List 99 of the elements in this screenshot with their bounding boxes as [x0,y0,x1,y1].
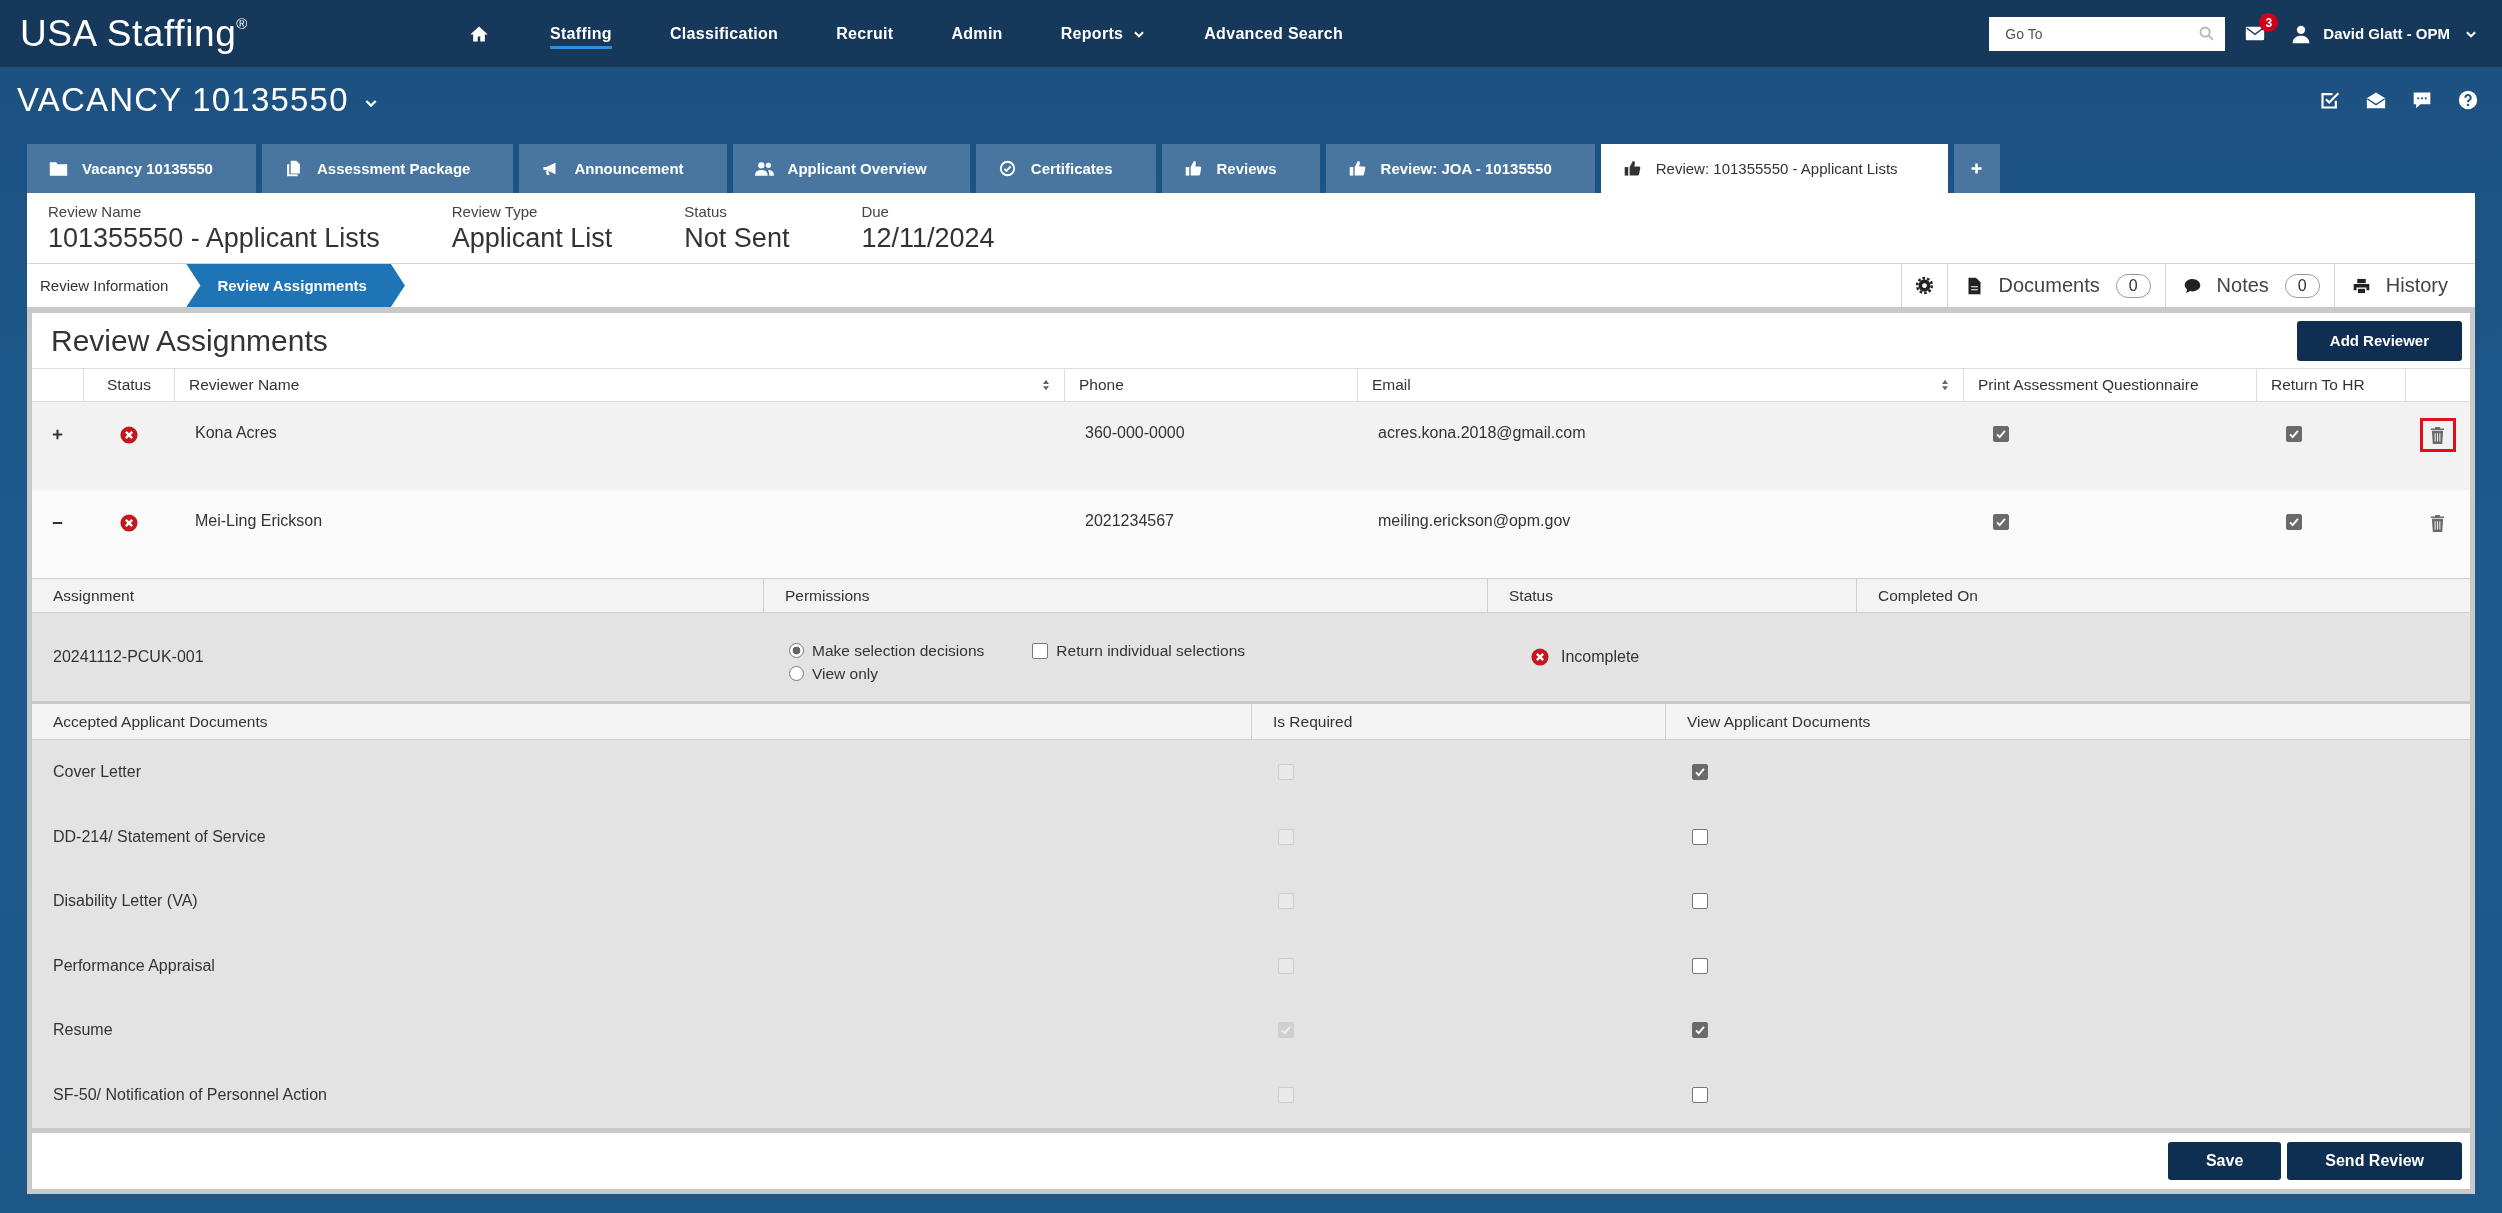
check-circle-icon [997,160,1017,177]
document-name: DD-214/ Statement of Service [53,827,266,846]
printer-icon [2352,276,2370,295]
column-header[interactable]: Reviewer Name [174,369,1064,401]
user-icon [2291,23,2312,44]
notification-badge: 3 [2259,13,2279,32]
checkbox[interactable] [1692,1086,1708,1103]
step-link[interactable]: Review Assignments [186,264,405,307]
field-label: Status [684,203,728,221]
thumbs-up-icon [1622,160,1642,177]
checkbox[interactable] [1692,1022,1708,1039]
reviewer-name: Kona Acres [195,424,277,441]
comment-icon [2183,276,2201,295]
envelope-icon [2245,26,2266,41]
user-menu-button[interactable]: David Glatt - OPM [2291,23,2478,44]
minus-icon[interactable] [52,521,63,525]
nav-link[interactable]: Admin [951,18,1003,49]
search-icon [2198,24,2216,42]
checkbox[interactable] [1692,828,1708,845]
column-header: View Applicant Documents [1687,712,1871,731]
save-button[interactable]: Save [2167,1142,2282,1180]
field-value: 12/11/2024 [861,222,995,255]
phone-number: 360-000-0000 [1085,424,1185,441]
sort-icon[interactable] [1941,379,1949,391]
folder-icon [49,160,68,177]
add-reviewer-button[interactable]: Add Reviewer [2296,320,2462,361]
column-header: Status [1509,586,1553,605]
tab[interactable]: Announcement [519,144,727,193]
checkbox[interactable] [1993,426,2009,442]
column-header: Completed On [1878,586,1978,605]
add-tab-button[interactable] [1953,144,2000,193]
checkbox[interactable] [1692,957,1708,974]
tab[interactable]: Review: JOA - 10135550 [1325,144,1595,193]
email-address: meiling.erickson@opm.gov [1378,512,1571,529]
trash-icon [2430,426,2445,444]
field-label: Review Name [48,203,143,221]
document-name: Disability Letter (VA) [53,892,198,911]
nav-link[interactable]: Advanced Search [1204,18,1344,49]
column-header[interactable]: Status [83,369,174,401]
column-header[interactable]: Return To HR [2256,369,2405,401]
usa-staffing-logo[interactable]: USA Staffing$^{®}$ [20,12,248,54]
vacancy-title-dropdown[interactable]: VACANCY 10135550 [17,80,379,119]
radio-button[interactable] [789,666,804,681]
nav-link[interactable]: Classification [669,18,779,49]
plus-icon [1969,161,1985,176]
column-header: Accepted Applicant Documents [53,712,268,731]
trash-icon [2430,514,2445,532]
phone-number: 2021234567 [1085,512,1174,529]
field-value: Applicant List [451,222,613,255]
thumbs-up-icon [1183,160,1203,177]
checkbox[interactable] [2286,426,2302,442]
tab[interactable]: Reviews [1161,144,1320,193]
go-to-search-field[interactable]: Go To [1989,16,2226,51]
checkbox[interactable] [1692,893,1708,910]
nav-link[interactable]: Reports [1060,18,1147,49]
option-label[interactable]: View only [812,664,879,683]
nav-link[interactable]: Recruit [836,18,894,49]
delete-button[interactable] [2419,418,2456,452]
assignment-id: 20241112-PCUK-001 [53,648,204,666]
field-label: Due [861,203,890,221]
option-label[interactable]: Return individual selections [1056,641,1245,660]
step-link[interactable]: Review Information [27,264,187,307]
tab[interactable]: Review: 101355550 - Applicant Lists [1600,144,1948,193]
users-icon [754,160,774,177]
tab[interactable]: Vacancy 10135550 [27,144,256,193]
status-text: Incomplete [1561,648,1640,666]
help-icon[interactable] [2458,89,2478,110]
email-address: acres.kona.2018@gmail.com [1378,424,1586,441]
document-name: Resume [53,1021,113,1040]
send-review-button[interactable]: Send Review [2287,1142,2462,1180]
column-header: Permissions [785,586,870,605]
column-header: Assignment [53,586,134,605]
radio-button[interactable] [789,643,804,658]
checkbox[interactable] [2286,514,2302,530]
tab[interactable]: Assessment Package [261,144,514,193]
nav-link[interactable]: Staffing [550,18,612,49]
checkbox[interactable] [1993,514,2009,530]
column-header[interactable]: Email [1357,369,1963,401]
tab[interactable]: Applicant Overview [732,144,970,193]
gear-icon [1914,276,1934,295]
sort-icon[interactable] [1042,379,1050,391]
section-title: Review Assignments [51,323,328,358]
tab[interactable]: Certificates [975,144,1156,193]
field-value: 101355550 - Applicant Lists [48,222,380,255]
thumbs-up-icon [1347,160,1367,177]
option-label[interactable]: Make selection decisions [812,641,985,660]
messages-button[interactable]: 3 [2243,13,2279,41]
document-name: Cover Letter [53,763,142,782]
reviewer-name: Mei-Ling Erickson [195,512,323,529]
column-header[interactable]: Print Assessment Questionnaire [1963,369,2256,401]
field-label: Review Type [451,203,539,221]
checkbox[interactable] [1692,764,1708,781]
document-name: Performance Appraisal [53,956,215,975]
column-header[interactable]: Phone [1064,369,1357,401]
plus-icon[interactable] [52,429,63,440]
field-value: Not Sent [684,222,790,255]
checkbox[interactable] [1032,642,1049,659]
document-name: SF-50/ Notification of Personnel Action [53,1085,327,1104]
column-header: Is Required [1273,712,1353,731]
